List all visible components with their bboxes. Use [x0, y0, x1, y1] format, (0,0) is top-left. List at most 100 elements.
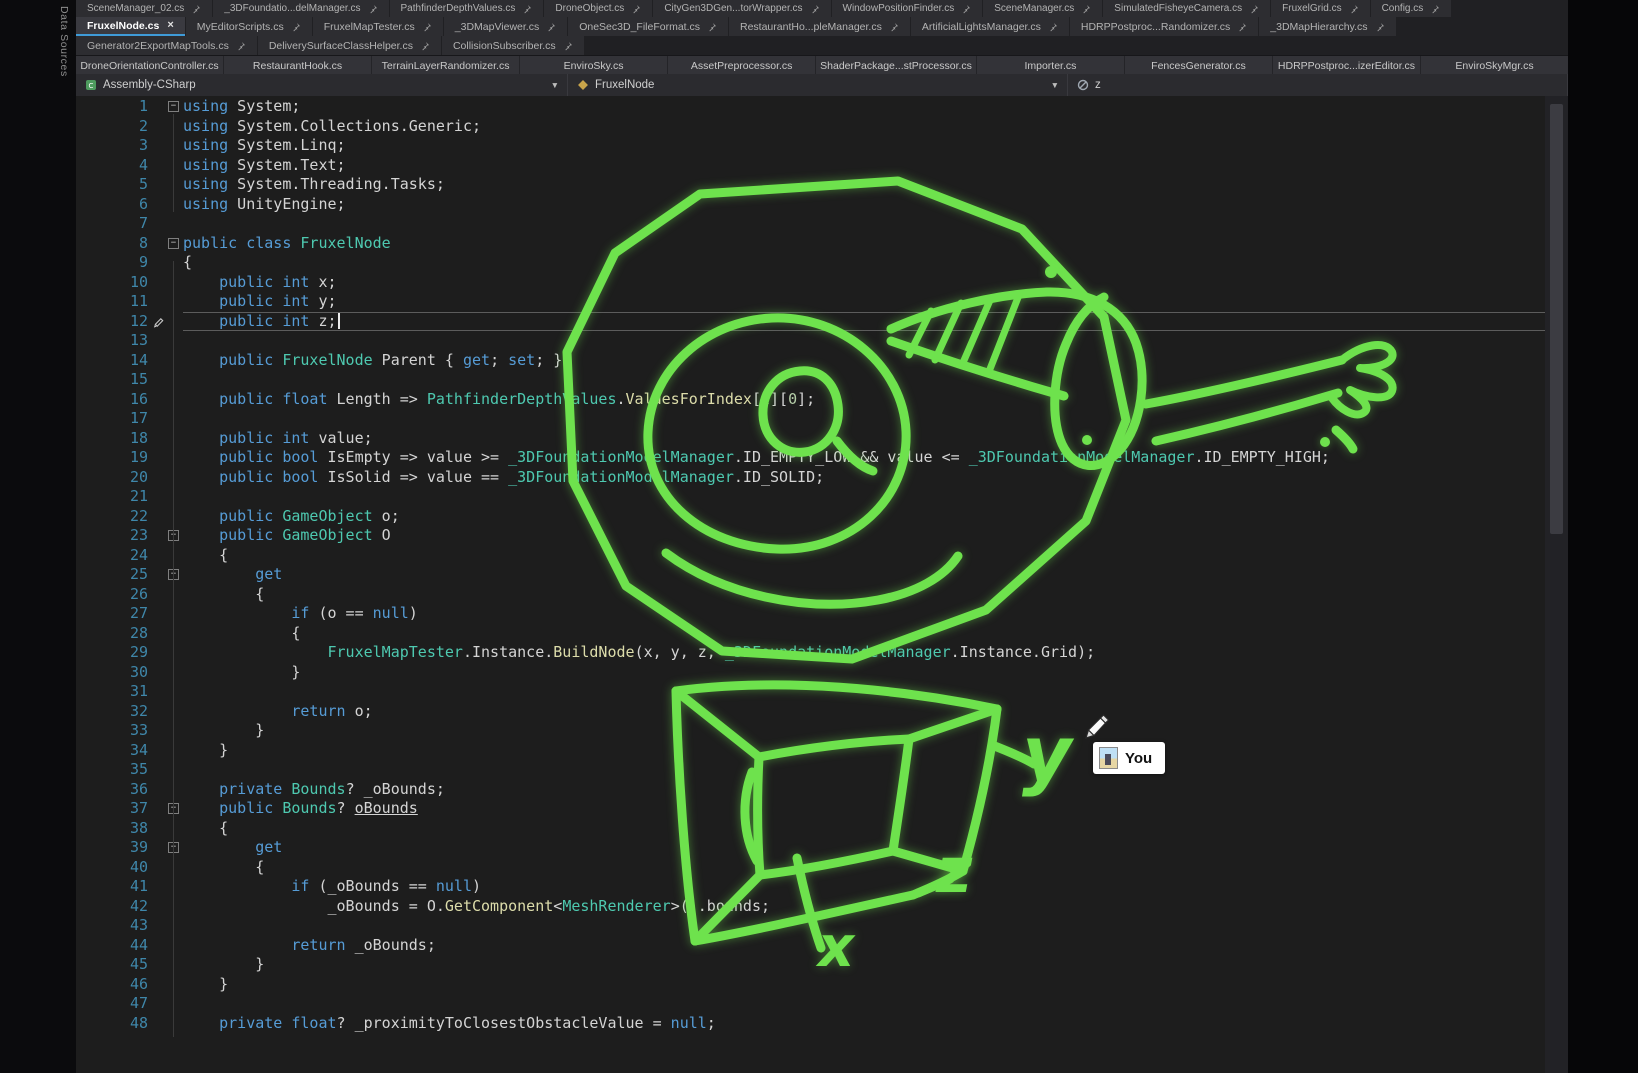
- code-line[interactable]: 13: [76, 331, 1545, 351]
- code-line[interactable]: 21: [76, 487, 1545, 507]
- code-line[interactable]: 44 return _oBounds;: [76, 936, 1545, 956]
- document-tab[interactable]: DroneObject.cs: [544, 0, 652, 17]
- type-dropdown[interactable]: FruxelNode ▼: [568, 74, 1068, 96]
- code-line[interactable]: 23− public GameObject O: [76, 526, 1545, 546]
- code-line[interactable]: 14 public FruxelNode Parent { get; set; …: [76, 351, 1545, 371]
- code-line[interactable]: 33 }: [76, 721, 1545, 741]
- code-line[interactable]: 43: [76, 916, 1545, 936]
- pin-icon[interactable]: [422, 22, 432, 32]
- document-tab[interactable]: AssetPreprocessor.cs: [668, 56, 815, 75]
- pin-icon[interactable]: [291, 22, 301, 32]
- code-line[interactable]: 20 public bool IsSolid => value == _3DFo…: [76, 468, 1545, 488]
- pin-icon[interactable]: [368, 4, 378, 14]
- code-line[interactable]: 11 public int y;: [76, 292, 1545, 312]
- scrollbar-thumb[interactable]: [1550, 104, 1563, 534]
- pin-icon[interactable]: [961, 4, 971, 14]
- document-tab[interactable]: _3DMapHierarchy.cs: [1259, 17, 1395, 36]
- vertical-scrollbar[interactable]: [1545, 96, 1568, 1073]
- code-line[interactable]: 29 FruxelMapTester.Instance.BuildNode(x,…: [76, 643, 1545, 663]
- document-tab[interactable]: EnviroSky.cs: [520, 56, 667, 75]
- code-line[interactable]: 47: [76, 994, 1545, 1014]
- fold-collapse-icon[interactable]: −: [168, 101, 179, 112]
- code-line[interactable]: 9{: [76, 253, 1545, 273]
- code-line[interactable]: 40 {: [76, 858, 1545, 878]
- pin-icon[interactable]: [191, 4, 201, 14]
- pin-icon[interactable]: [522, 4, 532, 14]
- code-line[interactable]: 6using UnityEngine;: [76, 195, 1545, 215]
- code-line[interactable]: 28 {: [76, 624, 1545, 644]
- code-line[interactable]: 37− public Bounds? oBounds: [76, 799, 1545, 819]
- pin-icon[interactable]: [546, 22, 556, 32]
- document-tab[interactable]: DeliverySurfaceClassHelper.cs: [258, 36, 441, 55]
- pin-icon[interactable]: [1237, 22, 1247, 32]
- document-tab[interactable]: RestaurantHo...pleManager.cs: [729, 17, 910, 36]
- pin-icon[interactable]: [810, 4, 820, 14]
- document-tab[interactable]: MyEditorScripts.cs: [186, 17, 312, 36]
- code-line[interactable]: 17: [76, 409, 1545, 429]
- pin-icon[interactable]: [631, 4, 641, 14]
- code-line[interactable]: 45 }: [76, 955, 1545, 975]
- code-line[interactable]: 19 public bool IsEmpty => value >= _3DFo…: [76, 448, 1545, 468]
- document-tab[interactable]: CollisionSubscriber.cs: [442, 36, 584, 55]
- pin-icon[interactable]: [707, 22, 717, 32]
- pin-icon[interactable]: [1430, 4, 1440, 14]
- code-line[interactable]: 39− get: [76, 838, 1545, 858]
- code-line[interactable]: 46 }: [76, 975, 1545, 995]
- document-tab[interactable]: TerrainLayerRandomizer.cs: [372, 56, 519, 75]
- code-line[interactable]: 7: [76, 214, 1545, 234]
- code-line[interactable]: 48 private float? _proximityToClosestObs…: [76, 1014, 1545, 1034]
- code-line[interactable]: 18 public int value;: [76, 429, 1545, 449]
- document-tab[interactable]: FruxelNode.cs×: [76, 17, 185, 36]
- document-tab[interactable]: EnviroSkyMgr.cs: [1421, 56, 1568, 75]
- code-line[interactable]: 4using System.Text;: [76, 156, 1545, 176]
- document-tab[interactable]: ShaderPackage...stProcessor.cs: [816, 56, 976, 75]
- code-line[interactable]: 42 _oBounds = O.GetComponent<MeshRendere…: [76, 897, 1545, 917]
- close-icon[interactable]: ×: [167, 20, 173, 31]
- code-editor[interactable]: 1−using System;2using System.Collections…: [76, 96, 1568, 1073]
- document-tab[interactable]: SimulatedFisheyeCamera.cs: [1103, 0, 1270, 17]
- code-line[interactable]: 1−using System;: [76, 97, 1545, 117]
- code-line[interactable]: 36 private Bounds? _oBounds;: [76, 780, 1545, 800]
- fold-collapse-icon[interactable]: −: [168, 238, 179, 249]
- document-tab[interactable]: Generator2ExportMapTools.cs: [76, 36, 257, 55]
- code-line[interactable]: 25− get: [76, 565, 1545, 585]
- pin-icon[interactable]: [1249, 4, 1259, 14]
- code-line[interactable]: 12 public int z;: [76, 312, 1545, 332]
- code-line[interactable]: 15: [76, 370, 1545, 390]
- code-line[interactable]: 10 public int x;: [76, 273, 1545, 293]
- document-tab[interactable]: WindowPositionFinder.cs: [832, 0, 983, 17]
- member-dropdown[interactable]: z: [1068, 74, 1568, 96]
- document-tab[interactable]: OneSec3D_FileFormat.cs: [568, 17, 728, 36]
- document-tab[interactable]: _3DFoundatio...delManager.cs: [213, 0, 388, 17]
- code-line[interactable]: 24 {: [76, 546, 1545, 566]
- code-line[interactable]: 35: [76, 760, 1545, 780]
- pin-icon[interactable]: [563, 41, 573, 51]
- document-tab[interactable]: SceneManager.cs: [983, 0, 1102, 17]
- code-line[interactable]: 5using System.Threading.Tasks;: [76, 175, 1545, 195]
- code-line[interactable]: 41 if (_oBounds == null): [76, 877, 1545, 897]
- code-line[interactable]: 27 if (o == null): [76, 604, 1545, 624]
- data-sources-tab[interactable]: Data Sources: [58, 6, 70, 77]
- document-tab[interactable]: FruxelGrid.cs: [1271, 0, 1369, 17]
- pin-icon[interactable]: [1375, 22, 1385, 32]
- code-line[interactable]: 38 {: [76, 819, 1545, 839]
- document-tab[interactable]: Importer.cs: [977, 56, 1124, 75]
- pin-icon[interactable]: [889, 22, 899, 32]
- code-line[interactable]: 26 {: [76, 585, 1545, 605]
- project-dropdown[interactable]: C Assembly-CSharp ▼: [76, 74, 568, 96]
- document-tab[interactable]: DroneOrientationController.cs: [76, 56, 223, 75]
- document-tab[interactable]: SceneManager_02.cs: [76, 0, 212, 17]
- document-tab[interactable]: _3DMapViewer.cs: [444, 17, 567, 36]
- code-line[interactable]: 8−public class FruxelNode: [76, 234, 1545, 254]
- document-tab[interactable]: PathfinderDepthValues.cs: [390, 0, 544, 17]
- document-tab[interactable]: HDRPPostproc...Randomizer.cs: [1070, 17, 1258, 36]
- pin-icon[interactable]: [1081, 4, 1091, 14]
- document-tab[interactable]: FruxelMapTester.cs: [313, 17, 443, 36]
- code-line[interactable]: 34 }: [76, 741, 1545, 761]
- code-line[interactable]: 3using System.Linq;: [76, 136, 1545, 156]
- code-line[interactable]: 16 public float Length => PathfinderDept…: [76, 390, 1545, 410]
- code-line[interactable]: 32 return o;: [76, 702, 1545, 722]
- pin-icon[interactable]: [236, 41, 246, 51]
- pin-icon[interactable]: [1349, 4, 1359, 14]
- code-line[interactable]: 30 }: [76, 663, 1545, 683]
